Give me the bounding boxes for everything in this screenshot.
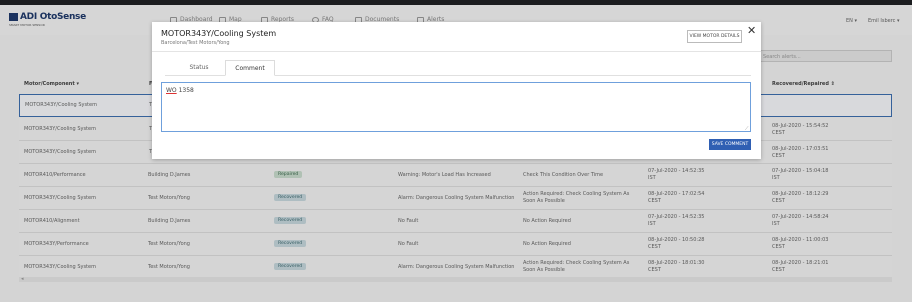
tab-comment[interactable]: Comment (225, 60, 275, 76)
resize-handle-icon[interactable]: ⟋ (745, 126, 749, 132)
comment-prefix: WO (166, 87, 177, 94)
modal-subtitle: Barcelona/Test Motors/Yong (161, 40, 230, 46)
close-icon[interactable]: ✕ (747, 25, 756, 36)
modal-title: MOTOR343Y/Cooling System (161, 29, 277, 38)
save-comment-button[interactable]: SAVE COMMENT (709, 139, 751, 150)
motor-comment-modal: MOTOR343Y/Cooling System Barcelona/Test … (152, 22, 761, 159)
tab-status[interactable]: Status (173, 60, 225, 76)
modal-header-divider (152, 51, 761, 52)
comment-text: 1358 (176, 87, 194, 94)
comment-textarea[interactable]: WO 1358 (161, 82, 751, 132)
view-motor-details-button[interactable]: VIEW MOTOR DETAILS (687, 30, 742, 43)
modal-tabs: Status Comment (165, 60, 751, 76)
